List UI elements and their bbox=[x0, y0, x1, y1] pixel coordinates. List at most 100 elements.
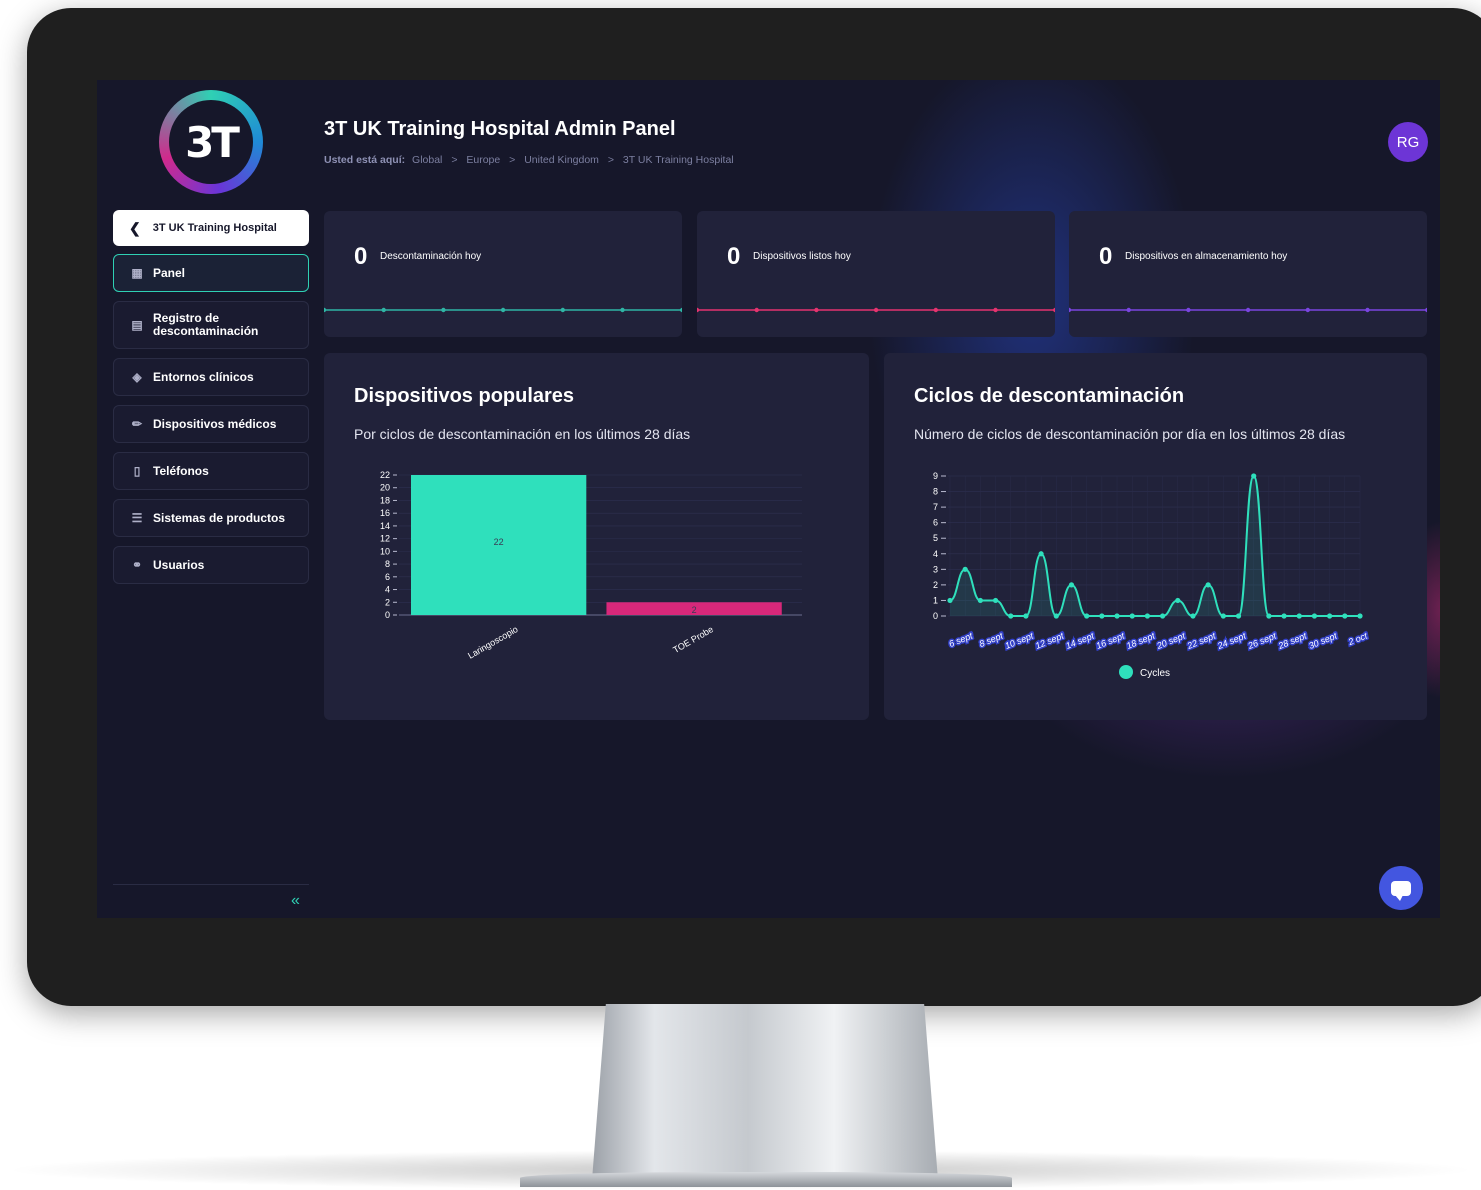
sparkline-point bbox=[680, 307, 682, 313]
data-point bbox=[1008, 613, 1014, 619]
sparkline-point bbox=[933, 307, 938, 313]
stat-value: 0 bbox=[354, 243, 368, 270]
y-tick-label: 4 bbox=[933, 549, 938, 559]
data-label: 22 bbox=[494, 537, 504, 547]
y-tick-label: 18 bbox=[380, 495, 390, 505]
y-tick-label: 9 bbox=[933, 471, 938, 481]
y-tick-label: 12 bbox=[380, 534, 390, 544]
x-tick-label: 26 sept bbox=[1246, 630, 1279, 651]
breadcrumb-separator-icon: > bbox=[607, 154, 614, 166]
sparkline-point bbox=[1126, 307, 1131, 313]
sparkline-point bbox=[1186, 307, 1191, 313]
sidebar-item-label: Dispositivos médicos bbox=[153, 416, 277, 431]
sparkline-point bbox=[324, 307, 327, 313]
sparkline-point bbox=[1069, 307, 1072, 313]
y-tick-label: 8 bbox=[933, 487, 938, 497]
x-tick-label: 20 sept bbox=[1154, 630, 1187, 651]
back-to-hospital-button[interactable]: ❮ 3T UK Training Hospital bbox=[113, 210, 309, 246]
popular-devices-card: Dispositivos populares Por ciclos de des… bbox=[324, 353, 869, 720]
x-tick-label: TOE Probe bbox=[671, 624, 715, 655]
data-point bbox=[1251, 473, 1257, 479]
breadcrumb-separator-icon: > bbox=[509, 154, 516, 166]
sparkline-point bbox=[697, 307, 700, 313]
y-tick-label: 4 bbox=[385, 585, 390, 595]
data-point bbox=[1235, 613, 1242, 619]
breadcrumb-item-hospital[interactable]: 3T UK Training Hospital bbox=[623, 154, 734, 166]
stat-sparkline bbox=[697, 307, 1055, 313]
phone-icon: ▯ bbox=[133, 464, 141, 478]
sidebar-item-product-systems[interactable]: ☰ Sistemas de productos bbox=[113, 499, 309, 537]
sparkline-point bbox=[620, 307, 625, 313]
sparkline-point bbox=[500, 307, 506, 313]
series-area bbox=[950, 476, 1360, 616]
y-tick-label: 6 bbox=[933, 518, 938, 528]
breadcrumb-separator-icon: > bbox=[451, 154, 458, 166]
stat-card-storage-devices: 0 Dispositivos en almacenamiento hoy bbox=[1069, 211, 1427, 337]
document-icon: ▤ bbox=[131, 318, 143, 332]
sparkline-point bbox=[1365, 307, 1370, 313]
y-tick-label: 10 bbox=[380, 546, 390, 556]
legend-swatch bbox=[1119, 665, 1133, 679]
x-tick-label: 28 sept bbox=[1276, 630, 1309, 651]
sparkline-point bbox=[381, 307, 386, 313]
sidebar-item-decontamination-log[interactable]: ▤ Registro de descontaminación bbox=[113, 301, 309, 349]
stat-label: Descontaminación hoy bbox=[380, 251, 482, 262]
card-subtitle: Por ciclos de descontaminación en los úl… bbox=[354, 426, 691, 442]
sidebar-item-label: Entornos clínicos bbox=[153, 369, 254, 384]
data-point bbox=[1053, 613, 1059, 619]
card-title: Ciclos de descontaminación bbox=[914, 385, 1185, 407]
stat-label: Dispositivos listos hoy bbox=[753, 251, 851, 262]
user-avatar[interactable]: RG bbox=[1388, 122, 1428, 162]
x-tick-label: 2 oct bbox=[1346, 630, 1369, 647]
y-tick-label: 0 bbox=[933, 611, 938, 621]
sparkline-point bbox=[814, 307, 819, 313]
chat-bubble-icon bbox=[1391, 880, 1411, 901]
data-point bbox=[1023, 613, 1029, 619]
breadcrumb-item-global[interactable]: Global bbox=[412, 154, 442, 166]
y-tick-label: 1 bbox=[933, 595, 938, 605]
card-subtitle: Número de ciclos de descontaminación por… bbox=[914, 426, 1346, 442]
legend-label: Cycles bbox=[1140, 668, 1170, 679]
data-point bbox=[977, 597, 983, 604]
y-tick-label: 8 bbox=[385, 559, 390, 569]
data-point bbox=[992, 597, 999, 604]
stat-sparkline bbox=[1069, 307, 1427, 313]
data-point bbox=[947, 597, 953, 604]
data-point bbox=[1129, 613, 1135, 619]
data-point bbox=[1296, 613, 1302, 619]
data-point bbox=[1311, 613, 1318, 619]
line-chart: 0 1 2 3 4 5 6 7 8 9 6 sept 8 sept 10 sept 12 sept 14 s… bbox=[933, 471, 1371, 679]
y-tick-label: 0 bbox=[385, 610, 390, 620]
data-point bbox=[1357, 613, 1363, 619]
y-tick-label: 22 bbox=[380, 470, 390, 480]
sparkline-point bbox=[441, 307, 446, 313]
breadcrumb-item-uk[interactable]: United Kingdom bbox=[524, 154, 599, 166]
x-tick-label: 6 sept bbox=[947, 630, 974, 649]
data-point bbox=[1342, 613, 1348, 619]
list-icon: ☰ bbox=[131, 511, 143, 525]
data-point bbox=[1175, 597, 1181, 604]
y-tick-label: 2 bbox=[933, 580, 938, 590]
data-point bbox=[962, 566, 968, 572]
x-tick-label: 16 sept bbox=[1095, 630, 1127, 651]
sparkline-point bbox=[560, 307, 565, 313]
brand-logo[interactable]: 3T bbox=[159, 90, 263, 194]
breadcrumb-item-europe[interactable]: Europe bbox=[466, 154, 500, 166]
stat-card-ready-devices: 0 Dispositivos listos hoy bbox=[697, 211, 1055, 337]
sparkline-point bbox=[1305, 307, 1310, 313]
collapse-sidebar-button[interactable]: « bbox=[291, 892, 300, 910]
data-point bbox=[1205, 582, 1211, 588]
sidebar-item-panel[interactable]: ▦ Panel bbox=[113, 254, 309, 292]
sidebar-item-clinical-environments[interactable]: ◈ Entornos clínicos bbox=[113, 358, 309, 396]
sparkline-point bbox=[993, 307, 998, 313]
sidebar-item-users[interactable]: ⚭ Usuarios bbox=[113, 546, 309, 584]
chat-button[interactable] bbox=[1379, 866, 1423, 910]
data-point bbox=[1190, 613, 1196, 619]
sidebar-item-label: Panel bbox=[153, 265, 186, 280]
x-tick-label: 12 sept bbox=[1034, 630, 1066, 651]
data-label: 2 bbox=[692, 605, 697, 615]
sidebar-item-label: Usuarios bbox=[153, 557, 205, 572]
data-point bbox=[1038, 551, 1044, 557]
sidebar-item-phones[interactable]: ▯ Teléfonos bbox=[113, 452, 309, 490]
sidebar-item-medical-devices[interactable]: ✏ Dispositivos médicos bbox=[113, 405, 309, 443]
